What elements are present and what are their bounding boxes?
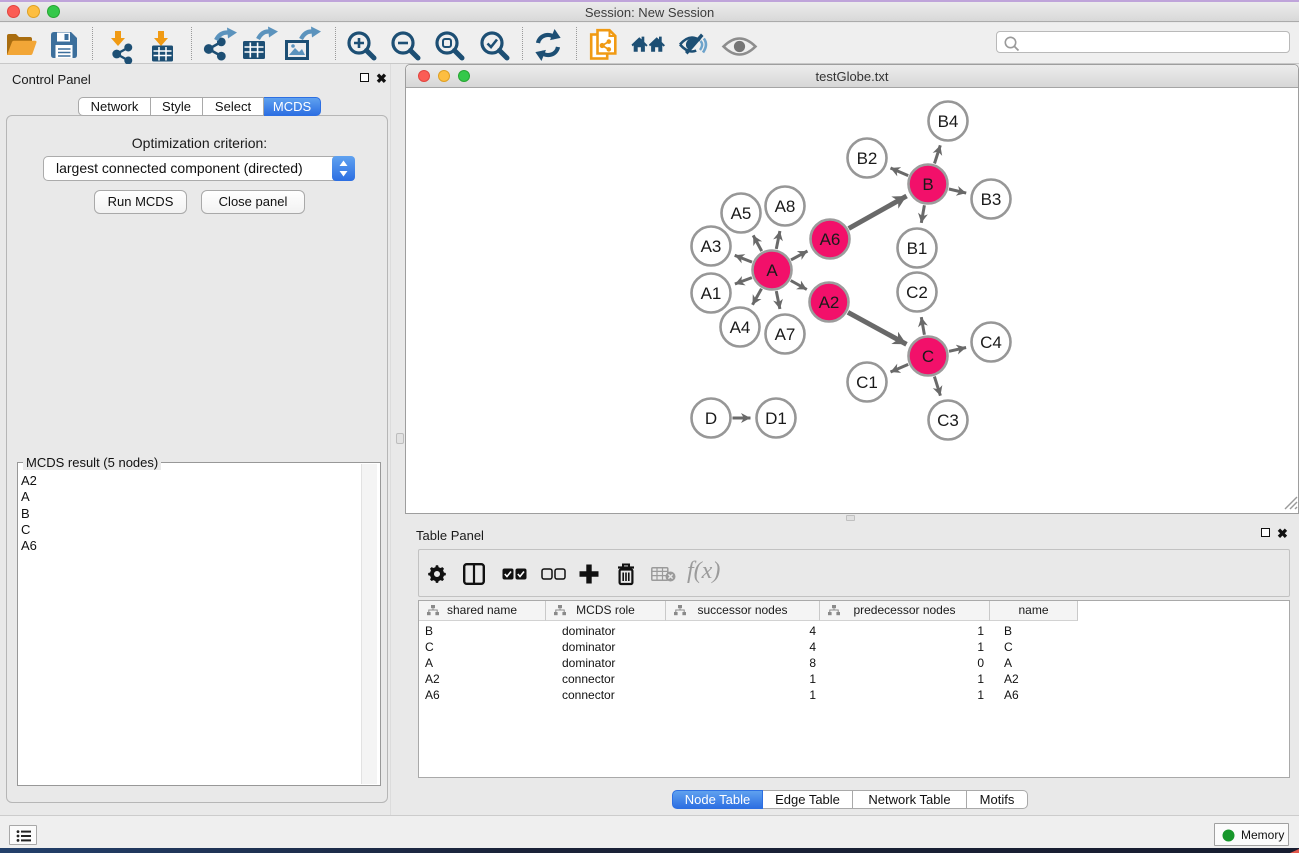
svg-text:D: D — [705, 409, 717, 428]
svg-text:A1: A1 — [701, 284, 722, 303]
svg-text:A3: A3 — [701, 237, 722, 256]
svg-text:A5: A5 — [731, 204, 752, 223]
svg-text:D1: D1 — [765, 409, 787, 428]
svg-text:C3: C3 — [937, 411, 959, 430]
svg-text:A4: A4 — [730, 318, 751, 337]
svg-text:C1: C1 — [856, 373, 878, 392]
svg-text:A7: A7 — [775, 325, 796, 344]
svg-text:B2: B2 — [857, 149, 878, 168]
svg-text:C: C — [922, 347, 934, 366]
svg-text:A8: A8 — [775, 197, 796, 216]
svg-text:B3: B3 — [981, 190, 1002, 209]
svg-text:A6: A6 — [820, 230, 841, 249]
svg-text:C4: C4 — [980, 333, 1002, 352]
svg-text:B1: B1 — [907, 239, 928, 258]
svg-text:A: A — [766, 261, 778, 280]
svg-text:A2: A2 — [819, 293, 840, 312]
svg-text:C2: C2 — [906, 283, 928, 302]
svg-text:B4: B4 — [938, 112, 959, 131]
svg-text:B: B — [922, 175, 933, 194]
